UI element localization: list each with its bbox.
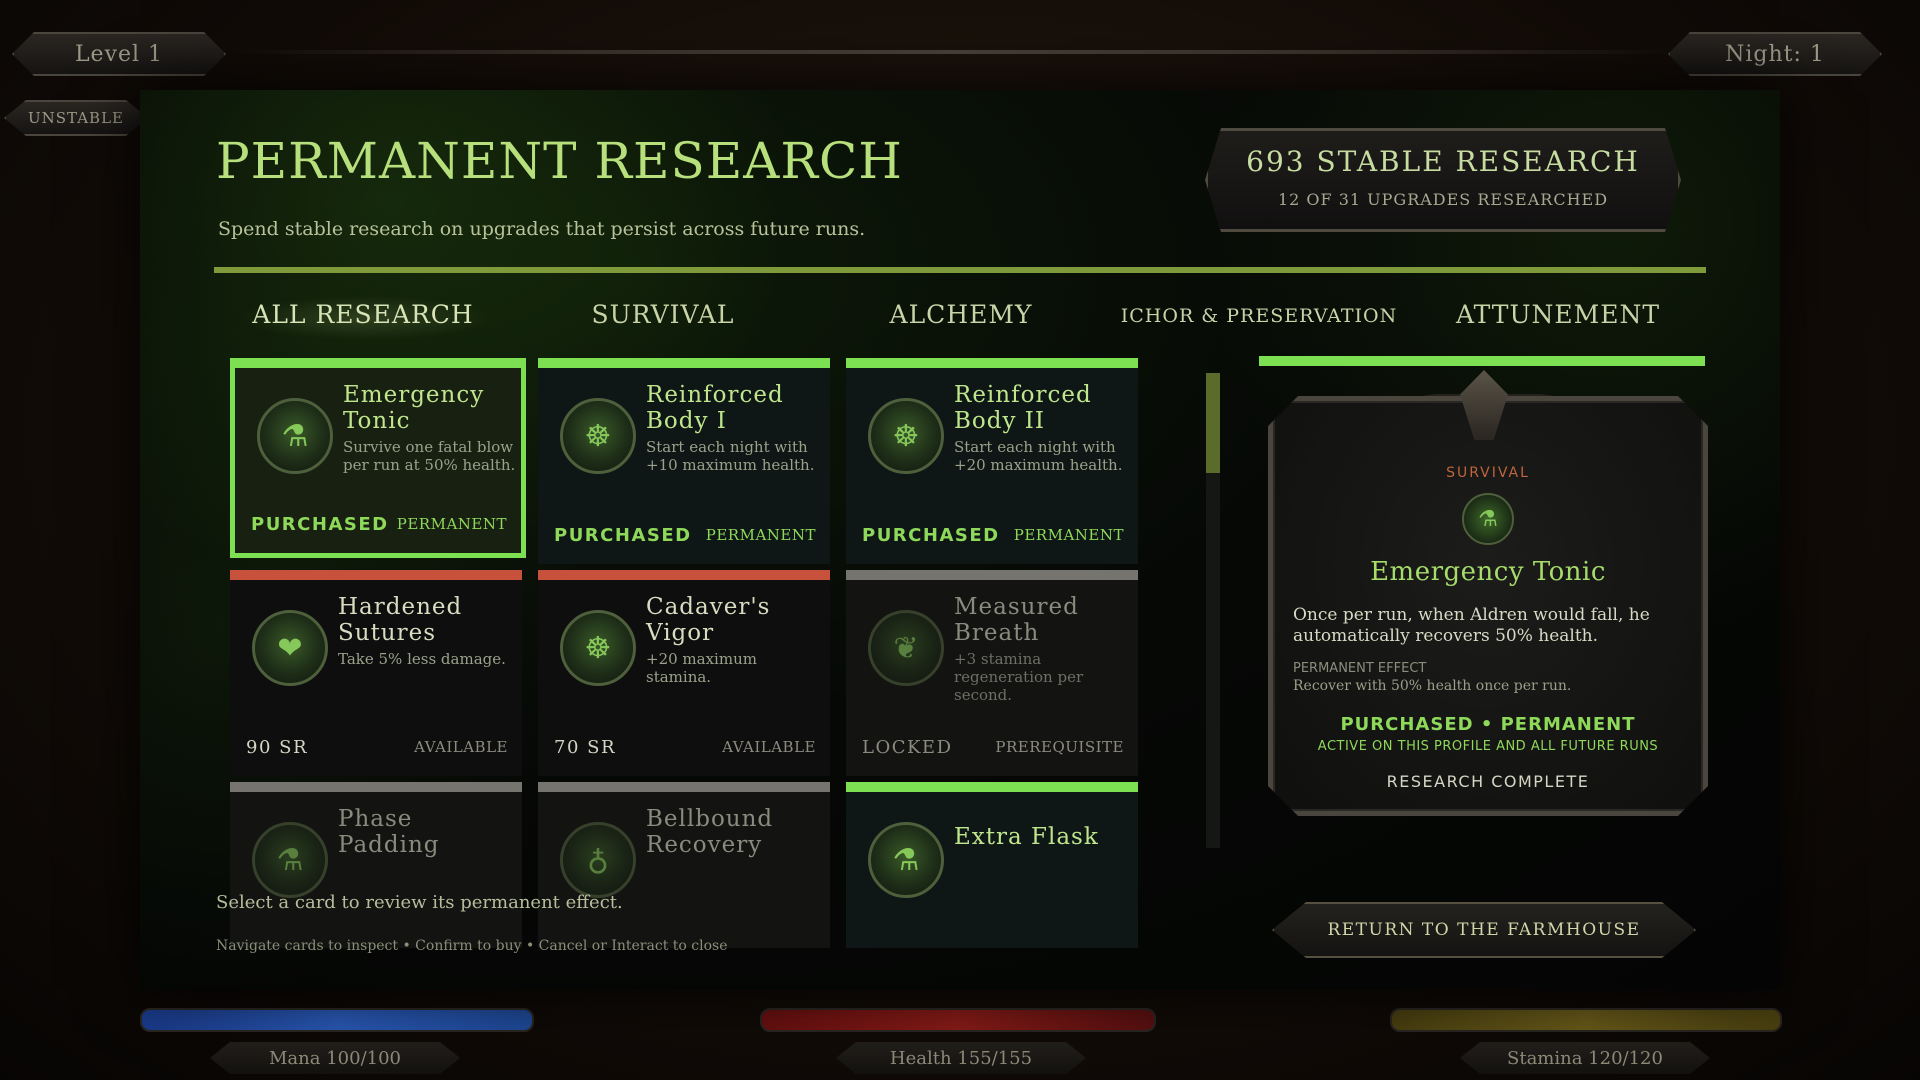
card-cost: 90 SR [246, 737, 309, 758]
tab-alchemy[interactable]: ALCHEMY [890, 300, 1033, 329]
research-card-reinforced-body-1[interactable]: ☸ Reinforced Body I Start each night wit… [538, 358, 830, 564]
card-status: LOCKED [862, 737, 953, 758]
card-name: Emergency Tonic [343, 382, 485, 434]
card-cost: 70 SR [554, 737, 617, 758]
card-name: Reinforced Body II [954, 382, 1092, 434]
card-name: Hardened Sutures [338, 594, 463, 646]
research-card-hardened-sutures[interactable]: ❤ Hardened Sutures Take 5% less damage. … [230, 570, 522, 776]
stable-research-panel: 693 STABLE RESEARCH 12 OF 31 UPGRADES RE… [1205, 128, 1681, 232]
mana-bar [140, 1008, 534, 1032]
card-description: +3 stamina regeneration per second. [954, 650, 1084, 704]
flask-icon: ⚗ [1462, 493, 1514, 545]
page-subtitle: Spend stable research on upgrades that p… [218, 218, 866, 240]
card-description: Survive one fatal blow per run at 50% he… [343, 438, 516, 474]
card-tag: PERMANENT [396, 515, 507, 533]
tab-ichor-preservation[interactable]: ICHOR & PRESERVATION [1121, 305, 1397, 327]
research-card-cadavers-vigor[interactable]: ☸ Cadaver's Vigor +20 maximum stamina. 7… [538, 570, 830, 776]
tab-survival[interactable]: SURVIVAL [591, 300, 734, 329]
card-description: Take 5% less damage. [338, 650, 506, 668]
tab-attunement[interactable]: ATTUNEMENT [1456, 300, 1660, 329]
stamina-bar [1390, 1008, 1782, 1032]
stamina-label: Stamina 120/120 [1460, 1042, 1710, 1074]
card-status: PURCHASED [251, 514, 389, 535]
card-tag: PERMANENT [1013, 526, 1124, 544]
detail-name: Emergency Tonic [1370, 557, 1606, 587]
detail-effect-label: PERMANENT EFFECT [1293, 661, 1427, 676]
card-status: PURCHASED [554, 525, 692, 546]
card-grid-scrollbar[interactable] [1206, 373, 1220, 848]
tab-all-research[interactable]: ALL RESEARCH [252, 300, 473, 329]
card-tag: PREREQUISITE [995, 738, 1124, 756]
card-name: Bellbound Recovery [646, 806, 774, 858]
header-divider [214, 267, 1706, 273]
research-card-extra-flask[interactable]: ⚗ Extra Flask [846, 782, 1138, 948]
lungs-icon: ❦ [868, 610, 944, 686]
card-description: Start each night with +20 maximum health… [954, 438, 1123, 474]
card-tag: PERMANENT [705, 526, 816, 544]
ribcage-icon: ☸ [560, 610, 636, 686]
unstable-indicator: UNSTABLE [4, 100, 148, 136]
research-card-emergency-tonic[interactable]: ⚗ Emergency Tonic Survive one fatal blow… [230, 358, 526, 558]
health-bar [760, 1008, 1156, 1032]
mana-label: Mana 100/100 [210, 1042, 460, 1074]
heart-icon: ❤ [252, 610, 328, 686]
detail-panel-accent [1259, 356, 1705, 366]
card-status: PURCHASED [862, 525, 1000, 546]
ribcage-icon: ☸ [560, 398, 636, 474]
flask-icon: ⚗ [868, 822, 944, 898]
upgrades-count: 12 OF 31 UPGRADES RESEARCHED [1277, 190, 1609, 209]
card-name: Extra Flask [954, 824, 1099, 850]
level-indicator: Level 1 [12, 32, 226, 76]
research-complete-label: RESEARCH COMPLETE [1386, 772, 1590, 791]
night-indicator: Night: 1 [1668, 32, 1882, 76]
research-detail-panel: SURVIVAL ⚗ Emergency Tonic Once per run,… [1268, 396, 1708, 816]
return-to-farmhouse-button[interactable]: RETURN TO THE FARMHOUSE [1272, 902, 1696, 958]
detail-description: Once per run, when Aldren would fall, he… [1293, 605, 1650, 646]
card-tag: AVAILABLE [722, 738, 816, 756]
ribcage-icon: ☸ [868, 398, 944, 474]
research-card-reinforced-body-2[interactable]: ☸ Reinforced Body II Start each night wi… [846, 358, 1138, 564]
card-name: Cadaver's Vigor [646, 594, 771, 646]
flask-icon: ⚗ [252, 822, 328, 898]
top-hud-divider [230, 50, 1680, 54]
card-name: Measured Breath [954, 594, 1079, 646]
bell-icon: ♁ [560, 822, 636, 898]
card-description: Start each night with +10 maximum health… [646, 438, 815, 474]
permanent-research-modal: PERMANENT RESEARCH Spend stable research… [140, 90, 1780, 990]
card-description: +20 maximum stamina. [646, 650, 757, 686]
card-tag: AVAILABLE [414, 738, 508, 756]
flask-icon: ⚗ [257, 398, 333, 474]
research-card-phase-padding[interactable]: ⚗ Phase Padding [230, 782, 522, 948]
page-title: PERMANENT RESEARCH [216, 132, 903, 190]
card-name: Reinforced Body I [646, 382, 784, 434]
scrollbar-thumb[interactable] [1206, 373, 1220, 473]
research-card-grid: ⚗ Emergency Tonic Survive one fatal blow… [230, 358, 1140, 948]
detail-status: PURCHASED • PERMANENT [1340, 714, 1636, 735]
detail-active-note: ACTIVE ON THIS PROFILE AND ALL FUTURE RU… [1317, 739, 1659, 754]
research-card-measured-breath[interactable]: ❦ Measured Breath +3 stamina regeneratio… [846, 570, 1138, 776]
detail-effect: Recover with 50% health once per run. [1293, 678, 1572, 694]
selection-hint: Select a card to review its permanent ef… [216, 892, 623, 913]
health-label: Health 155/155 [836, 1042, 1086, 1074]
research-card-bellbound-recovery[interactable]: ♁ Bellbound Recovery [538, 782, 830, 948]
detail-category: SURVIVAL [1446, 465, 1530, 481]
controls-hint: Navigate cards to inspect • Confirm to b… [216, 938, 728, 954]
research-total: 693 STABLE RESEARCH [1246, 145, 1640, 178]
card-name: Phase Padding [338, 806, 440, 858]
